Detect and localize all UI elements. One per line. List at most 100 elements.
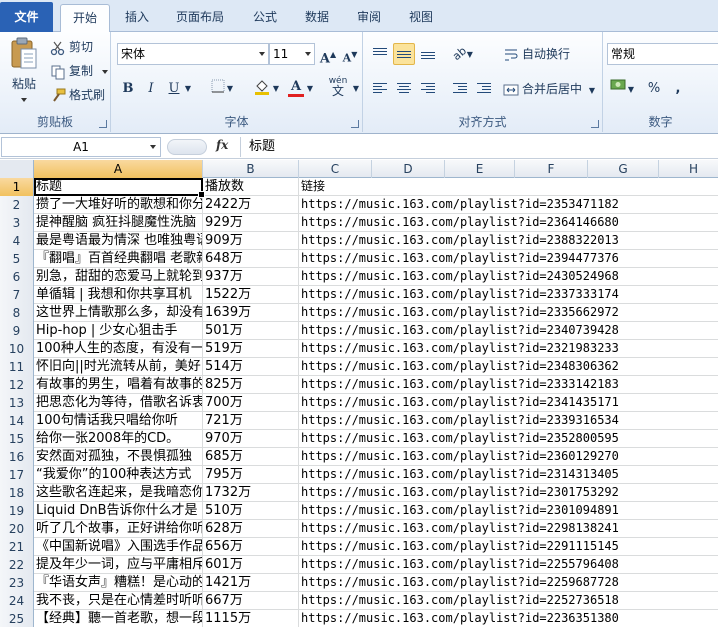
cell-play-count[interactable]: 937万 [203, 268, 299, 285]
borders-dropdown-icon[interactable]: ▼ [225, 78, 235, 100]
cell-play-count[interactable]: 1115万 [203, 610, 299, 627]
cell-play-count[interactable]: 510万 [203, 502, 299, 519]
row-header[interactable]: 10 [0, 340, 34, 358]
phonetic-dropdown-icon[interactable]: ▼ [351, 78, 361, 100]
column-header-b[interactable]: B [203, 160, 299, 178]
cell-play-count[interactable]: 601万 [203, 556, 299, 573]
currency-button[interactable]: ▼ [607, 78, 637, 100]
cell-title[interactable]: 安然面对孤独，不畏惧孤独 [34, 448, 203, 465]
cell-title[interactable]: 把思恋化为等待，借歌名诉衷肠 [34, 394, 203, 411]
cell-title[interactable]: 有故事的男生，唱着有故事的歌 [34, 376, 203, 393]
cell-title[interactable]: 100种人生的态度，有没有一种 [34, 340, 203, 357]
cell-title[interactable]: 听了几个故事，正好讲给你听 [34, 520, 203, 537]
row-header[interactable]: 11 [0, 358, 34, 376]
cell-link[interactable]: https://music.163.com/playlist?id=223635… [299, 610, 718, 627]
insert-function-button[interactable]: fx [216, 138, 228, 152]
cell-title[interactable]: 提神醒脑 疯狂抖腿魔性洗脑 [34, 214, 203, 231]
cell-play-count[interactable]: 909万 [203, 232, 299, 249]
italic-button[interactable]: I [140, 78, 162, 100]
cell-title[interactable]: 这些歌名连起来，是我暗恋你 [34, 484, 203, 501]
cell-play-count[interactable]: 656万 [203, 538, 299, 555]
cell-title[interactable]: 攒了一大堆好听的歌想和你分享 [34, 196, 203, 213]
cell-title[interactable]: “我爱你”的100种表达方式 [34, 466, 203, 483]
underline-dropdown-icon[interactable]: ▼ [183, 78, 193, 100]
cell-play-count[interactable]: 1421万 [203, 574, 299, 591]
cell-link[interactable]: https://music.163.com/playlist?id=229111… [299, 538, 718, 555]
select-all-button[interactable] [0, 160, 34, 178]
row-header[interactable]: 23 [0, 574, 34, 592]
cell-link[interactable]: https://music.163.com/playlist?id=225579… [299, 556, 718, 573]
font-size-combo[interactable]: 11 [269, 43, 315, 65]
row-header[interactable]: 3 [0, 214, 34, 232]
tab-file[interactable]: 文件 [0, 2, 53, 32]
tab-view[interactable]: 视图 [398, 4, 444, 32]
alignment-launcher-icon[interactable] [591, 120, 599, 128]
row-header[interactable]: 1 [0, 178, 34, 196]
column-header-c[interactable]: C [299, 160, 372, 178]
cell-title[interactable]: 提及年少一词，应与平庸相斥 [34, 556, 203, 573]
bold-button[interactable]: B [117, 78, 139, 100]
align-left-button[interactable] [369, 78, 391, 100]
cut-button[interactable]: 剪切 [50, 36, 93, 58]
row-header[interactable]: 4 [0, 232, 34, 250]
clipboard-launcher-icon[interactable] [99, 120, 107, 128]
fill-color-dropdown-icon[interactable]: ▼ [271, 78, 281, 100]
row-header[interactable]: 16 [0, 448, 34, 466]
cell-play-count[interactable]: 播放数 [203, 178, 299, 195]
grow-font-button[interactable]: A▲ [317, 43, 339, 66]
cell-play-count[interactable]: 685万 [203, 448, 299, 465]
cell-play-count[interactable]: 795万 [203, 466, 299, 483]
align-center-button[interactable] [393, 78, 415, 100]
font-color-dropdown-icon[interactable]: ▼ [305, 78, 315, 100]
cell-link[interactable]: https://music.163.com/playlist?id=229813… [299, 520, 718, 537]
cell-play-count[interactable]: 501万 [203, 322, 299, 339]
cell-link[interactable]: https://music.163.com/playlist?id=230109… [299, 502, 718, 519]
cell-play-count[interactable]: 1732万 [203, 484, 299, 501]
row-header[interactable]: 15 [0, 430, 34, 448]
copy-button[interactable]: 复制 [50, 60, 108, 82]
cell-play-count[interactable]: 648万 [203, 250, 299, 267]
fill-color-button[interactable] [251, 78, 273, 100]
row-header[interactable]: 25 [0, 610, 34, 627]
merge-dropdown-icon[interactable]: ▼ [589, 86, 595, 95]
orientation-button[interactable]: ab▼ [449, 43, 477, 65]
cell-title[interactable]: 别急，甜甜的恋爱马上就轮到你了 [34, 268, 203, 285]
cell-link[interactable]: https://music.163.com/playlist?id=236012… [299, 448, 718, 465]
row-header[interactable]: 12 [0, 376, 34, 394]
cell-play-count[interactable]: 667万 [203, 592, 299, 609]
cell-link[interactable]: https://music.163.com/playlist?id=230175… [299, 484, 718, 501]
cell-play-count[interactable]: 514万 [203, 358, 299, 375]
column-header-d[interactable]: D [372, 160, 445, 178]
row-header[interactable]: 21 [0, 538, 34, 556]
row-header[interactable]: 18 [0, 484, 34, 502]
cell-play-count[interactable]: 929万 [203, 214, 299, 231]
cell-title[interactable]: 最是粤语最为情深 也唯独粤语 [34, 232, 203, 249]
number-format-combo[interactable]: 常规 [607, 43, 718, 65]
row-header[interactable]: 19 [0, 502, 34, 520]
cell-link[interactable]: https://music.163.com/playlist?id=243052… [299, 268, 718, 285]
formula-bar-handle[interactable] [165, 138, 211, 156]
row-header[interactable]: 20 [0, 520, 34, 538]
cell-title[interactable]: 单循辑 | 我想和你共享耳机 [34, 286, 203, 303]
cell-link[interactable]: https://music.163.com/playlist?id=238832… [299, 232, 718, 249]
align-bottom-button[interactable] [417, 43, 439, 65]
cell-link[interactable]: https://music.163.com/playlist?id=233314… [299, 376, 718, 393]
row-header[interactable]: 9 [0, 322, 34, 340]
row-header[interactable]: 22 [0, 556, 34, 574]
paste-dropdown-icon[interactable] [21, 98, 27, 102]
cell-title[interactable]: Liquid DnB告诉你什么才是 [34, 502, 203, 519]
row-header[interactable]: 8 [0, 304, 34, 322]
cell-link[interactable]: 链接 [299, 178, 718, 195]
formula-input[interactable]: 标题 [240, 137, 718, 157]
tab-formulas[interactable]: 公式 [242, 4, 288, 32]
cell-title[interactable]: 这世界上情歌那么多，却没有一首 [34, 304, 203, 321]
cell-title[interactable]: 『华语女声』糟糕！是心动的感觉 [34, 574, 203, 591]
cell-link[interactable]: https://music.163.com/playlist?id=239447… [299, 250, 718, 267]
phonetic-button[interactable]: wén 文 [325, 76, 351, 98]
column-header-f[interactable]: F [515, 160, 588, 178]
percent-button[interactable]: % [643, 78, 665, 100]
cell-link[interactable]: https://music.163.com/playlist?id=233566… [299, 304, 718, 321]
cell-play-count[interactable]: 519万 [203, 340, 299, 357]
cell-play-count[interactable]: 721万 [203, 412, 299, 429]
cell-title[interactable]: 怀旧向||时光流转从前，美好 [34, 358, 203, 375]
